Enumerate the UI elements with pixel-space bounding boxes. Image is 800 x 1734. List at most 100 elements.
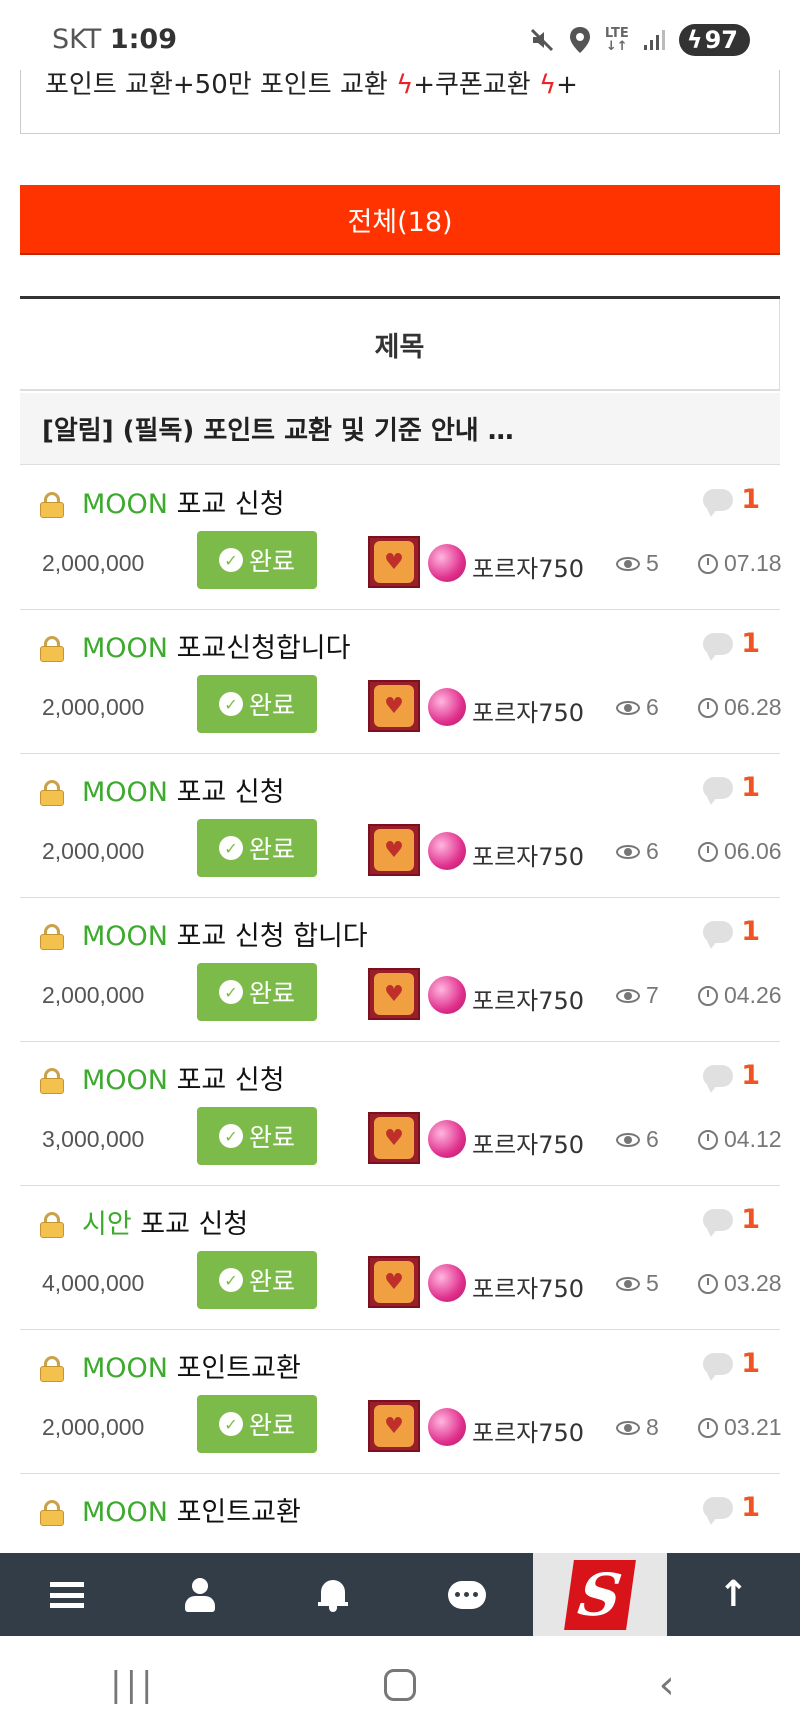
level-gem-icon [428,1264,466,1302]
clock-icon [698,841,718,862]
post-title[interactable]: MOON 포인트교환 [82,1490,301,1529]
pinned-notice-row[interactable]: [알림] (필독) 포인트 교환 및 기준 안내 … [20,393,780,465]
level-gem-icon [428,1408,466,1446]
chat-button[interactable] [400,1553,533,1636]
comment-count-value: 1 [741,1492,760,1523]
post-title-text: 포교 신청 [140,1209,249,1240]
post-author[interactable]: 포르자750 [472,693,584,728]
post-title[interactable]: MOON 포교 신청 합니다 [82,914,368,953]
status-label: 완료 [248,1267,295,1296]
avatar[interactable]: ♥ [368,1400,420,1452]
post-row[interactable]: MOON 포교 신청 1 2,000,000 ✓ 완료 ♥ 포르자750 5 07.18 [20,466,782,610]
post-author[interactable]: 포르자750 [472,1269,584,1304]
recent-apps-button[interactable]: ||| [0,1636,267,1734]
view-count-value: 5 [646,1270,659,1296]
status-badge: ✓ 완료 [197,1107,317,1165]
post-author[interactable]: 포르자750 [472,549,584,584]
comment-count: 1 [703,1348,760,1381]
post-author-tag: MOON [82,921,168,952]
bell-icon [318,1578,349,1612]
battery-level: 97 [704,26,738,54]
scroll-top-button[interactable]: ↑ [667,1553,800,1636]
point-amount: 2,000,000 [42,838,145,864]
post-date-value: 06.28 [724,694,782,720]
post-row[interactable]: MOON 포인트교환 1 2,000,000 ✓ 완료 ♥ 포르자750 8 03.21 [20,1330,782,1474]
pinned-notice-text[interactable]: [알림] (필독) 포인트 교환 및 기준 안내 … [42,410,514,447]
comment-count: 1 [703,1204,760,1237]
status-label: 완료 [248,547,295,576]
view-count: 6 [616,838,659,865]
avatar[interactable]: ♥ [368,968,420,1020]
eye-icon [616,844,640,859]
lock-icon [40,1068,64,1094]
comment-count: 1 [703,628,760,661]
post-row[interactable]: 시안 포교 신청 1 4,000,000 ✓ 완료 ♥ 포르자750 5 03.28 [20,1186,782,1330]
all-posts-button[interactable]: 전체(18) [20,185,780,255]
status-label: 완료 [248,979,295,1008]
menu-button[interactable] [0,1553,133,1636]
post-row[interactable]: MOON 포교 신청 1 2,000,000 ✓ 완료 ♥ 포르자750 6 06.06 [20,754,782,898]
post-date-value: 04.26 [724,982,782,1008]
check-icon: ✓ [218,548,243,572]
post-date: 04.12 [698,1126,782,1153]
bolt-icon: ϟ [396,70,414,100]
post-date-value: 03.28 [724,1270,782,1296]
post-title[interactable]: MOON 포교신청합니다 [82,626,350,665]
clock-icon [698,1129,718,1150]
home-button[interactable] [267,1636,534,1734]
post-title-text: 포인트교환 [176,1497,301,1528]
site-logo-button[interactable]: S [533,1553,667,1636]
point-amount: 2,000,000 [42,1414,145,1440]
post-title[interactable]: MOON 포교 신청 [82,770,285,809]
carrier-time: SKT 1:09 [52,24,177,55]
avatar-image: ♥ [374,685,414,727]
status-badge: ✓ 완료 [197,675,317,733]
post-row[interactable]: MOON 포교 신청 합니다 1 2,000,000 ✓ 완료 ♥ 포르자750 7 04.26 [20,898,782,1042]
comment-count-value: 1 [741,1060,760,1091]
location-icon [569,27,590,53]
post-row[interactable]: MOON 포교 신청 1 3,000,000 ✓ 완료 ♥ 포르자750 6 04.12 [20,1042,782,1186]
comment-count-value: 1 [741,628,760,659]
comment-icon [703,776,734,805]
chat-icon [447,1580,486,1609]
post-row[interactable]: MOON 포교신청합니다 1 2,000,000 ✓ 완료 ♥ 포르자750 6 06.28 [20,610,782,754]
avatar[interactable]: ♥ [368,1256,420,1308]
point-amount: 3,000,000 [42,1126,145,1152]
level-gem-icon [428,1120,466,1158]
post-author[interactable]: 포르자750 [472,1125,584,1160]
post-date-value: 04.12 [724,1126,782,1152]
post-title[interactable]: 시안 포교 신청 [82,1202,248,1241]
avatar[interactable]: ♥ [368,824,420,876]
lock-icon [40,924,64,950]
home-icon [384,1669,416,1701]
status-label: 완료 [248,1123,295,1152]
post-author[interactable]: 포르자750 [472,1413,584,1448]
check-icon: ✓ [218,1412,243,1436]
comment-icon [703,1208,734,1237]
notifications-button[interactable] [267,1553,400,1636]
post-title[interactable]: MOON 포교 신청 [82,482,285,521]
avatar[interactable]: ♥ [368,680,420,732]
post-author[interactable]: 포르자750 [472,981,584,1016]
eye-icon [616,1132,640,1147]
avatar-image: ♥ [374,541,414,583]
post-title[interactable]: MOON 포교 신청 [82,1058,285,1097]
post-title-text: 포인트교환 [176,1353,301,1384]
post-title-text: 포교 신청 [176,777,285,808]
post-title[interactable]: MOON 포인트교환 [82,1346,301,1385]
lock-icon [40,1500,64,1526]
status-icons: LTE ↓↑ ϟ 97 [529,24,750,56]
avatar-image: ♥ [374,973,414,1015]
comment-icon [703,1496,734,1525]
comment-count: 1 [703,772,760,805]
comment-count-value: 1 [741,916,760,947]
post-author[interactable]: 포르자750 [472,837,584,872]
network-arrows: ↓↑ [605,39,628,54]
avatar-image: ♥ [374,1117,414,1159]
avatar[interactable]: ♥ [368,536,420,588]
comment-count-value: 1 [741,1204,760,1235]
back-button[interactable]: ‹ [533,1636,800,1734]
avatar[interactable]: ♥ [368,1112,420,1164]
bolt-icon: ϟ [538,70,557,100]
profile-button[interactable] [133,1553,266,1636]
